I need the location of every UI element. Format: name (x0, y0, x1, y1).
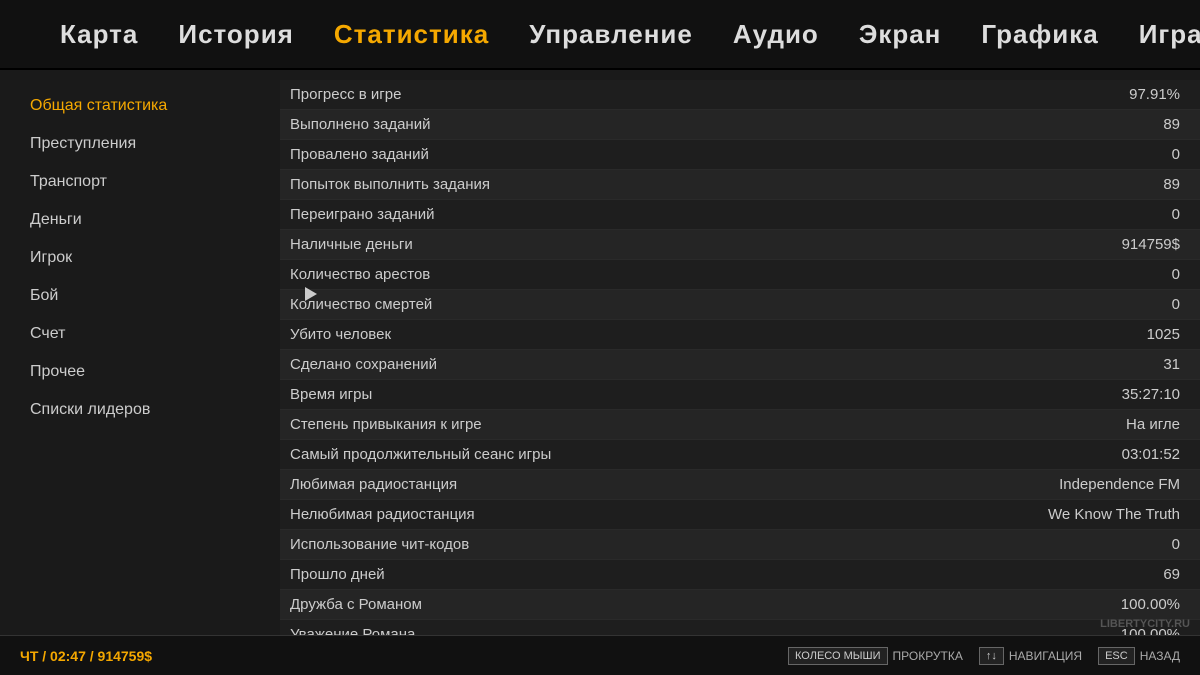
hint-action: НАВИГАЦИЯ (1009, 649, 1082, 663)
hint-action: ПРОКРУТКА (893, 649, 963, 663)
bottom-hint: ↑↓ НАВИГАЦИЯ (979, 647, 1082, 665)
bottom-bar: ЧТ / 02:47 / 914759$ КОЛЕСО МЫШИ ПРОКРУТК… (0, 635, 1200, 675)
stat-label: Использование чит-кодов (290, 536, 469, 553)
stat-value: 03:01:52 (1000, 446, 1180, 463)
stat-value: 89 (1000, 176, 1180, 193)
stat-value: We Know The Truth (1000, 506, 1180, 523)
stat-row: Использование чит-кодов 0 (280, 530, 1200, 560)
stat-value: 0 (1000, 296, 1180, 313)
bottom-hint: ESC НАЗАД (1098, 647, 1180, 665)
sidebar-item-score[interactable]: Счет (30, 318, 250, 350)
stat-value: 0 (1000, 536, 1180, 553)
nav-item-history[interactable]: История (178, 19, 293, 50)
sidebar-item-player[interactable]: Игрок (30, 242, 250, 274)
sidebar-item-money[interactable]: Деньги (30, 204, 250, 236)
nav-item-game[interactable]: Игра (1139, 19, 1200, 50)
stat-row: Самый продолжительный сеанс игры 03:01:52 (280, 440, 1200, 470)
stat-row: Выполнено заданий 89 (280, 110, 1200, 140)
stat-value: 97.91% (1000, 86, 1180, 103)
nav-item-map[interactable]: Карта (60, 19, 138, 50)
stat-row: Попыток выполнить задания 89 (280, 170, 1200, 200)
stat-value: 89 (1000, 116, 1180, 133)
stat-label: Уважение Романа (290, 626, 415, 635)
stat-row: Дружба с Романом 100.00% (280, 590, 1200, 620)
stat-value: 69 (1000, 566, 1180, 583)
stat-label: Переиграно заданий (290, 206, 435, 223)
stat-row: Любимая радиостанция Independence FM (280, 470, 1200, 500)
stat-value: Independence FM (1000, 476, 1180, 493)
stat-label: Прогресс в игре (290, 86, 401, 103)
stat-row: Прошло дней 69 (280, 560, 1200, 590)
bottom-hint: КОЛЕСО МЫШИ ПРОКРУТКА (788, 647, 963, 665)
stat-label: Наличные деньги (290, 236, 413, 253)
top-navigation: Карта История Статистика Управление Аудио Экр… (0, 0, 1200, 70)
bottom-hints: КОЛЕСО МЫШИ ПРОКРУТКА ↑↓ НАВИГАЦИЯ ESC НАЗАД (788, 647, 1180, 665)
stat-row: Наличные деньги 914759$ (280, 230, 1200, 260)
sidebar: Общая статистика Преступления Транспорт Ден… (0, 70, 280, 635)
hint-action: НАЗАД (1140, 649, 1180, 663)
stat-row: Количество смертей0 (280, 290, 1200, 320)
stat-label: Любимая радиостанция (290, 476, 457, 493)
sidebar-item-leaderboards[interactable]: Списки лидеров (30, 394, 250, 426)
sidebar-item-misc[interactable]: Прочее (30, 356, 250, 388)
nav-item-stats[interactable]: Статистика (334, 19, 489, 50)
stat-value: 35:27:10 (1000, 386, 1180, 403)
stat-label: Количество арестов (290, 266, 430, 283)
stat-row: Переиграно заданий 0 (280, 200, 1200, 230)
stat-value: 0 (1000, 146, 1180, 163)
cursor-pointer (305, 287, 317, 301)
stat-label: Время игры (290, 386, 372, 403)
stat-label: Провалено заданий (290, 146, 429, 163)
nav-item-controls[interactable]: Управление (529, 19, 693, 50)
sidebar-item-combat[interactable]: Бой (30, 280, 250, 312)
stats-area: Прогресс в игре 97.91% Выполнено заданий 89… (280, 70, 1200, 635)
sidebar-item-general[interactable]: Общая статистика (30, 90, 250, 122)
stat-label: Степень привыкания к игре (290, 416, 482, 433)
stat-row: Время игры 35:27:10 (280, 380, 1200, 410)
stat-value: 0 (1000, 206, 1180, 223)
stat-row: Прогресс в игре 97.91% (280, 80, 1200, 110)
stat-row: Степень привыкания к игре На игле (280, 410, 1200, 440)
stat-label: Дружба с Романом (290, 596, 422, 613)
stat-value: 1025 (1000, 326, 1180, 343)
sidebar-item-crimes[interactable]: Преступления (30, 128, 250, 160)
main-content: Общая статистика Преступления Транспорт Ден… (0, 70, 1200, 635)
stat-row: Нелюбимая радиостанция We Know The Truth (280, 500, 1200, 530)
stat-label: Выполнено заданий (290, 116, 430, 133)
key-badge: КОЛЕСО МЫШИ (788, 647, 887, 665)
key-badge: ↑↓ (979, 647, 1004, 665)
nav-item-graphics[interactable]: Графика (981, 19, 1098, 50)
nav-item-display[interactable]: Экран (859, 19, 942, 50)
stat-label: Сделано сохранений (290, 356, 437, 373)
stat-value: 100.00% (1000, 596, 1180, 613)
watermark: LIBERTYCITY.RU (1100, 618, 1190, 630)
stat-label: Нелюбимая радиостанция (290, 506, 475, 523)
stat-label: Прошло дней (290, 566, 385, 583)
stat-row: Количество арестов 0 (280, 260, 1200, 290)
stat-row: Убито человек 1025 (280, 320, 1200, 350)
stat-value: 914759$ (1000, 236, 1180, 253)
stat-row: Провалено заданий 0 (280, 140, 1200, 170)
stat-value: На игле (1000, 416, 1180, 433)
stat-label: Убито человек (290, 326, 391, 343)
key-badge: ESC (1098, 647, 1135, 665)
status-text: ЧТ / 02:47 / 914759$ (20, 648, 152, 664)
stat-label: Самый продолжительный сеанс игры (290, 446, 551, 463)
stat-row: Сделано сохранений 31 (280, 350, 1200, 380)
stat-value: 0 (1000, 266, 1180, 283)
sidebar-item-transport[interactable]: Транспорт (30, 166, 250, 198)
nav-item-audio[interactable]: Аудио (733, 19, 819, 50)
stat-label: Попыток выполнить задания (290, 176, 490, 193)
stat-row: Уважение Романа100.00% (280, 620, 1200, 635)
stat-value: 31 (1000, 356, 1180, 373)
